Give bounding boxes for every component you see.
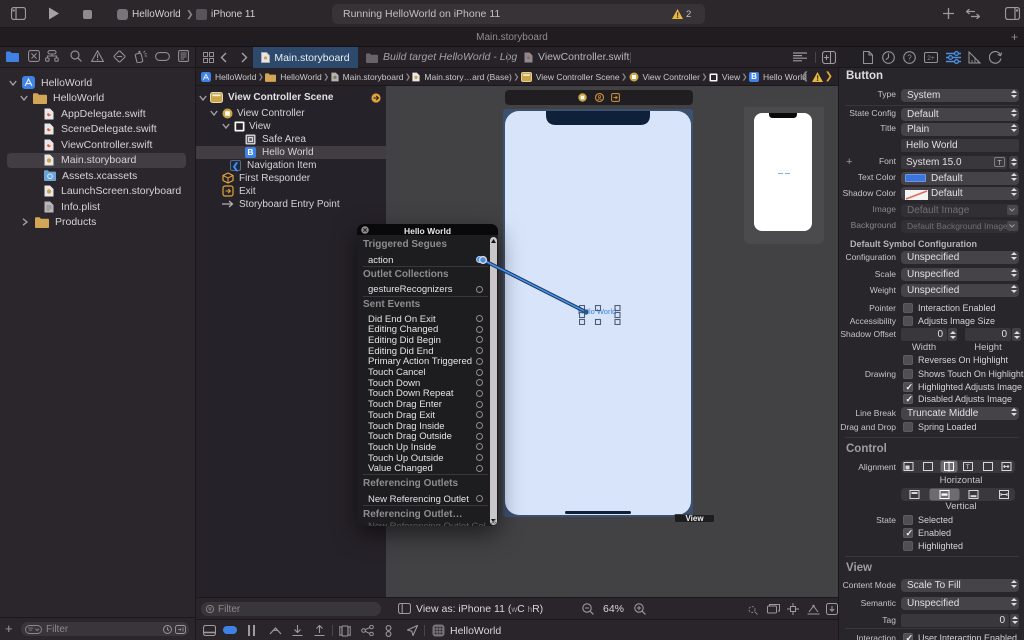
svg-text:T: T bbox=[966, 464, 970, 471]
svg-text:2+: 2+ bbox=[927, 55, 935, 62]
svg-text:?: ? bbox=[907, 53, 912, 62]
